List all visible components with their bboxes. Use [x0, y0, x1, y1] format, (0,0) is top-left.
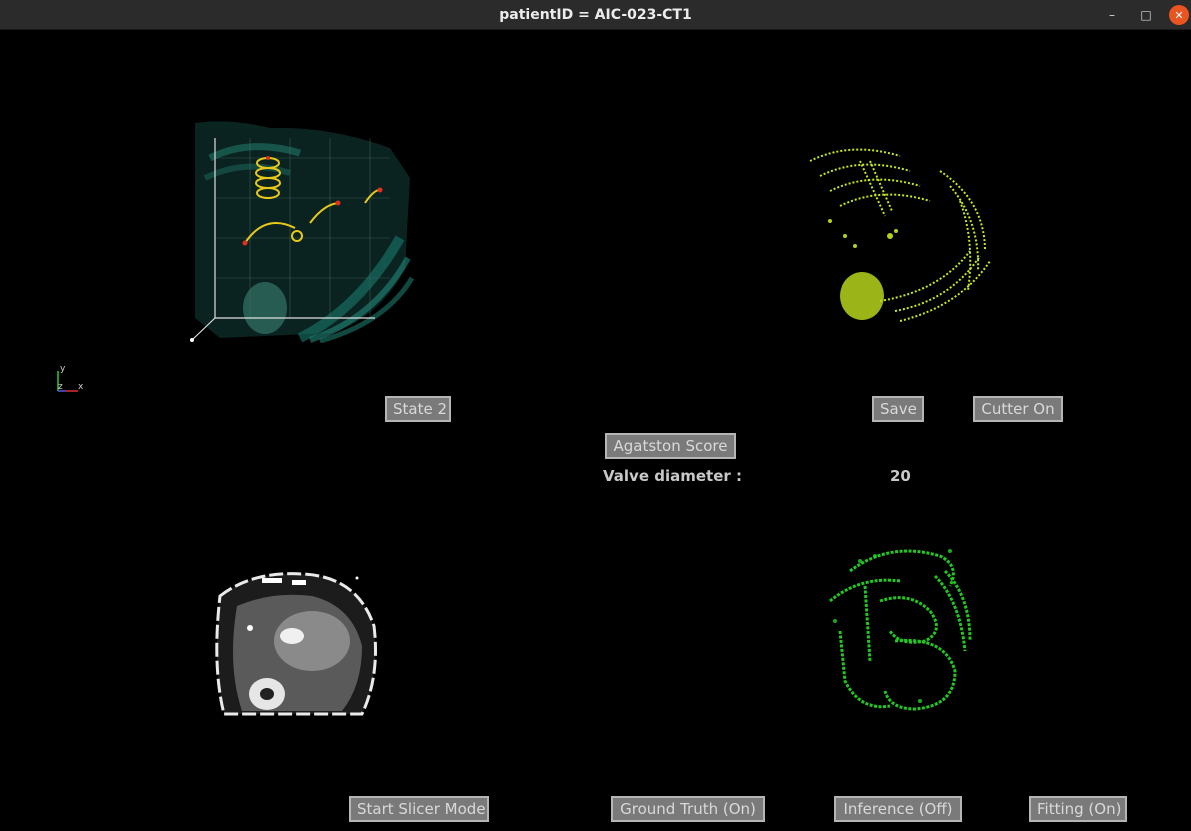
axis-z-label: z [58, 382, 63, 392]
axis-x-label: x [78, 382, 84, 392]
state-button[interactable]: State 2 [385, 396, 451, 422]
fitting-toggle-button[interactable]: Fitting (On) [1029, 796, 1127, 822]
agatston-score-button[interactable]: Agatston Score [605, 433, 736, 459]
valve-diameter-label: Valve diameter : [603, 467, 742, 485]
volume-render-view[interactable] [190, 118, 415, 343]
segmentation-view[interactable] [800, 141, 995, 326]
axis-y-label: y [60, 364, 66, 374]
valve-model-view[interactable] [820, 541, 975, 721]
ct-slice-view[interactable] [212, 566, 382, 716]
valve-diameter-value: 20 [890, 467, 911, 485]
inference-toggle-button[interactable]: Inference (Off) [834, 796, 962, 822]
title-bar: patientID = AIC-023-CT1 – □ ✕ [0, 0, 1191, 30]
ground-truth-toggle-button[interactable]: Ground Truth (On) [611, 796, 765, 822]
save-button[interactable]: Save [872, 396, 924, 422]
window-title: patientID = AIC-023-CT1 [499, 7, 692, 23]
orientation-axes-widget: y z x [54, 363, 88, 397]
minimize-icon[interactable]: – [1101, 4, 1123, 26]
render-viewport[interactable]: y z x State 2 Save Cutter On Agatston Sc… [0, 31, 1191, 831]
start-slicer-mode-button[interactable]: Start Slicer Mode [349, 796, 489, 822]
close-icon[interactable]: ✕ [1169, 5, 1189, 25]
cutter-toggle-button[interactable]: Cutter On [973, 396, 1063, 422]
maximize-icon[interactable]: □ [1135, 4, 1157, 26]
